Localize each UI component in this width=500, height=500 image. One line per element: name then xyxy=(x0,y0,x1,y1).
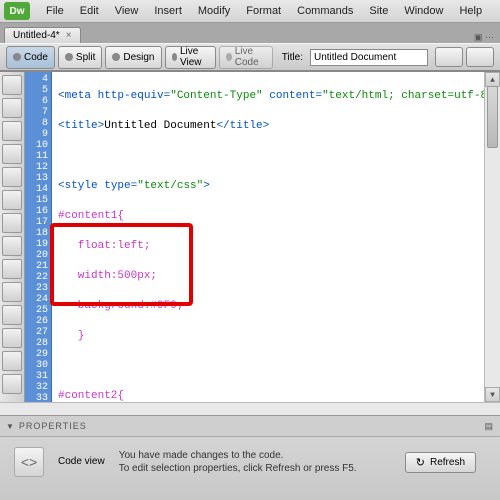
code-editor: 4 5 6 7 8 9 10 11 12 13 14 15 16 17 18 1… xyxy=(0,71,500,402)
live-view-button[interactable]: Live View xyxy=(165,46,217,69)
coding-tool-12[interactable] xyxy=(2,328,22,348)
code-view-label: Code view xyxy=(58,456,105,467)
menu-file[interactable]: File xyxy=(38,5,72,17)
coding-tool-14[interactable] xyxy=(2,374,22,394)
coding-tool-3[interactable] xyxy=(2,121,22,141)
line-number: 25 xyxy=(25,305,51,316)
toolbar-icon-1[interactable] xyxy=(435,47,463,67)
toolbar-icon-2[interactable] xyxy=(466,47,494,67)
line-number: 32 xyxy=(25,382,51,393)
tab-options-icon[interactable]: ▣ ⋯ xyxy=(474,32,494,43)
liveview-icon xyxy=(172,53,177,61)
live-code-button[interactable]: Live Code xyxy=(219,46,272,69)
document-tab[interactable]: Untitled-4* × xyxy=(4,27,81,43)
line-number: 20 xyxy=(25,250,51,261)
menu-view[interactable]: View xyxy=(107,5,147,17)
document-toolbar: Code Split Design Live View Live Code Ti… xyxy=(0,43,500,71)
menu-modify[interactable]: Modify xyxy=(190,5,238,17)
coding-tool-2[interactable] xyxy=(2,98,22,118)
coding-tool-11[interactable] xyxy=(2,305,22,325)
coding-toolbar xyxy=(0,72,25,402)
scroll-down-icon[interactable]: ▼ xyxy=(485,387,500,402)
tab-close-icon[interactable]: × xyxy=(66,30,72,41)
line-number: 24 xyxy=(25,294,51,305)
line-number: 31 xyxy=(25,371,51,382)
line-number: 18 xyxy=(25,228,51,239)
refresh-button[interactable]: ↻ Refresh xyxy=(405,452,476,473)
vertical-scrollbar[interactable]: ▲ ▼ xyxy=(484,72,500,402)
line-number: 8 xyxy=(25,118,51,129)
line-number: 19 xyxy=(25,239,51,250)
line-number: 17 xyxy=(25,217,51,228)
title-label: Title: xyxy=(282,52,303,63)
line-number: 5 xyxy=(25,85,51,96)
line-number: 33 xyxy=(25,393,51,404)
design-view-button[interactable]: Design xyxy=(105,46,161,69)
coding-tool-9[interactable] xyxy=(2,259,22,279)
coding-tool-13[interactable] xyxy=(2,351,22,371)
code-view-button[interactable]: Code xyxy=(6,46,55,69)
coding-tool-4[interactable] xyxy=(2,144,22,164)
line-number: 15 xyxy=(25,195,51,206)
line-number: 10 xyxy=(25,140,51,151)
line-number: 27 xyxy=(25,327,51,338)
refresh-icon: ↻ xyxy=(416,456,425,469)
document-tabs: Untitled-4* × ▣ ⋯ xyxy=(0,23,500,43)
line-gutter: 4 5 6 7 8 9 10 11 12 13 14 15 16 17 18 1… xyxy=(25,72,52,402)
design-icon xyxy=(112,53,120,61)
title-input[interactable] xyxy=(310,49,428,66)
coding-tool-8[interactable] xyxy=(2,236,22,256)
code-view-icon: <> xyxy=(14,447,44,477)
scroll-up-icon[interactable]: ▲ xyxy=(485,72,500,87)
properties-title: PROPERTIES xyxy=(19,421,87,431)
app-logo: Dw xyxy=(4,2,30,20)
line-number: 9 xyxy=(25,129,51,140)
coding-tool-7[interactable] xyxy=(2,213,22,233)
line-number: 29 xyxy=(25,349,51,360)
coding-tool-1[interactable] xyxy=(2,75,22,95)
line-number: 13 xyxy=(25,173,51,184)
line-number: 11 xyxy=(25,151,51,162)
menu-format[interactable]: Format xyxy=(238,5,289,17)
line-number: 22 xyxy=(25,272,51,283)
collapse-icon[interactable]: ▼ xyxy=(6,422,15,431)
panel-menu-icon[interactable]: ▤ xyxy=(484,421,494,432)
line-number: 7 xyxy=(25,107,51,118)
properties-header[interactable]: ▼ PROPERTIES ▤ xyxy=(0,416,500,437)
line-number: 14 xyxy=(25,184,51,195)
menu-bar: Dw File Edit View Insert Modify Format C… xyxy=(0,0,500,23)
livecode-icon xyxy=(226,53,232,61)
menu-help[interactable]: Help xyxy=(451,5,490,17)
properties-message: You have made changes to the code. To ed… xyxy=(119,449,357,475)
menu-window[interactable]: Window xyxy=(396,5,451,17)
code-area[interactable]: <meta http-equiv="Content-Type" content=… xyxy=(52,72,500,402)
line-number: 23 xyxy=(25,283,51,294)
line-number: 16 xyxy=(25,206,51,217)
line-number: 12 xyxy=(25,162,51,173)
scroll-thumb[interactable] xyxy=(487,86,498,148)
menu-insert[interactable]: Insert xyxy=(146,5,190,17)
tab-label: Untitled-4* xyxy=(13,30,60,41)
split-icon xyxy=(65,53,73,61)
line-number: 30 xyxy=(25,360,51,371)
line-number: 26 xyxy=(25,316,51,327)
line-number: 21 xyxy=(25,261,51,272)
menu-commands[interactable]: Commands xyxy=(289,5,361,17)
properties-panel: ▼ PROPERTIES ▤ <> Code view You have mad… xyxy=(0,415,500,500)
code-icon xyxy=(13,53,21,61)
line-number: 6 xyxy=(25,96,51,107)
coding-tool-10[interactable] xyxy=(2,282,22,302)
coding-tool-5[interactable] xyxy=(2,167,22,187)
line-number: 4 xyxy=(25,74,51,85)
menu-edit[interactable]: Edit xyxy=(72,5,107,17)
split-view-button[interactable]: Split xyxy=(58,46,102,69)
coding-tool-6[interactable] xyxy=(2,190,22,210)
line-number: 28 xyxy=(25,338,51,349)
menu-site[interactable]: Site xyxy=(361,5,396,17)
